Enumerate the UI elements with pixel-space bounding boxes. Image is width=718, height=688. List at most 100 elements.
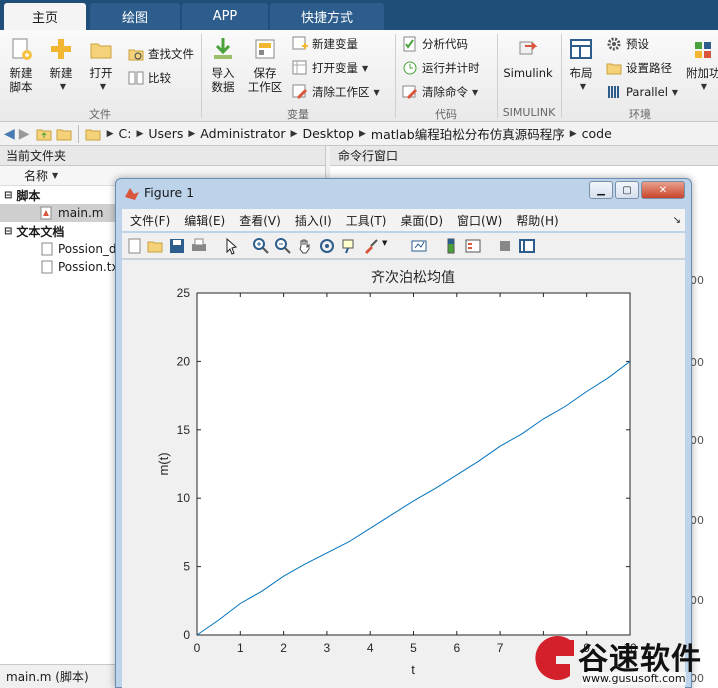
breadcrumb-chevron-icon: ▶ [569,128,577,139]
up-folder-icon[interactable] [36,126,52,142]
forward-arrow-icon[interactable]: ▶ [19,126,30,142]
x-axis-label: t [411,662,415,677]
data-cursor-icon[interactable] [340,237,358,255]
figure-canvas[interactable]: 齐次泊松均值 t m(t) 0123456789100510152025 [122,260,685,688]
menu-insert[interactable]: 插入(I) [295,212,332,229]
open-variable-button[interactable]: 打开变量 ▼ [292,58,368,78]
x-tick-label: 3 [324,641,331,655]
tab-plots[interactable]: 绘图 [90,3,180,30]
folder-open-icon [90,43,112,59]
save-workspace-button[interactable]: 保存 工作区 [246,34,284,94]
figure-menubar: 文件(F) 编辑(E) 查看(V) 插入(I) 工具(T) 桌面(D) 窗口(W… [122,209,685,231]
menu-desktop[interactable]: 桌面(D) [400,212,443,229]
find-files-button[interactable]: 查找文件 [128,44,194,64]
breadcrumb-item[interactable]: C: [118,126,131,141]
layout-button[interactable]: 布局 ▼ [566,34,596,94]
print-icon[interactable] [190,237,208,255]
minimize-button[interactable]: ▁ [589,181,613,199]
plus-icon [51,39,71,59]
zoom-out-icon[interactable] [274,237,292,255]
sort-chevron-icon: ▼ [52,171,59,180]
browse-folder-icon[interactable] [56,126,72,142]
menu-tools[interactable]: 工具(T) [346,212,387,229]
menu-view[interactable]: 查看(V) [239,212,281,229]
close-button[interactable]: ✕ [641,181,685,199]
watermark-logo-icon [535,636,574,680]
save-icon[interactable] [168,237,186,255]
group-label-variable: 变量 [287,108,309,121]
breadcrumb-item[interactable]: Users [148,126,183,141]
colorbar-icon[interactable] [442,237,460,255]
pan-hand-icon[interactable] [296,237,314,255]
import-arrow-icon [214,38,232,59]
y-tick-label: 0 [183,628,190,642]
back-arrow-icon[interactable]: ◀ [4,126,15,142]
compare-icon [128,71,144,85]
link-plot-icon[interactable] [410,237,428,255]
parallel-button[interactable]: Parallel ▼ [606,82,678,102]
set-path-button[interactable]: 设置路径 [606,58,672,78]
brush-icon[interactable] [362,237,380,255]
simulink-button[interactable]: Simulink [502,34,554,80]
menu-file[interactable]: 文件(F) [130,212,170,229]
y-tick-label: 5 [183,560,190,574]
matlab-logo-icon [125,188,139,200]
command-output-value: 00 [690,434,704,447]
new-button[interactable]: 新建 ▼ [44,34,78,94]
figure-window[interactable]: Figure 1 ▁ ▢ ✕ 文件(F) 编辑(E) 查看(V) 插入(I) 工… [115,178,692,688]
breadcrumb-item[interactable]: code [582,126,612,141]
current-folder-header: 当前文件夹 ▼ [0,146,325,308]
addons-button[interactable]: 附加功 ▼ [686,34,718,94]
open-file-icon[interactable] [146,237,164,255]
command-window-title: 命令行窗口 [338,149,399,163]
clear-workspace-button[interactable]: 清除工作区 ▼ [292,82,380,102]
clear-commands-button[interactable]: 清除命令 ▼ [402,82,478,102]
menu-window[interactable]: 窗口(W) [457,212,502,229]
collapse-icon[interactable]: ⊟ [4,190,12,201]
open-button[interactable]: 打开 ▼ [84,34,118,94]
chevron-down-icon[interactable]: ▼ [382,239,387,247]
maximize-button[interactable]: ▢ [615,181,639,199]
compare-button[interactable]: 比较 [128,68,171,88]
maximize-icon: ▢ [622,184,632,196]
hide-plot-tools-icon[interactable] [496,237,514,255]
pointer-icon[interactable] [222,237,240,255]
tab-shortcuts[interactable]: 快捷方式 [270,3,384,30]
breadcrumb-item[interactable]: Administrator [200,126,285,141]
breadcrumb-item[interactable]: matlab编程珀松分布仿真源码程序 [371,124,565,143]
menu-help[interactable]: 帮助(H) [516,212,558,229]
breadcrumb-item[interactable]: Desktop [302,126,354,141]
new-label: 新建 [49,66,73,80]
import-data-button[interactable]: 导入 数据 [206,34,240,94]
chevron-down-icon: ▼ [373,87,380,97]
show-plot-tools-icon[interactable] [518,237,536,255]
watermark: 谷速软件 www.gususoft.com [530,628,718,688]
zoom-in-icon[interactable] [252,237,270,255]
group-label: 文本文档 [16,224,65,239]
import-data-label: 导入 数据 [211,66,235,94]
new-variable-button[interactable]: 新建变量 [292,34,358,54]
analyze-code-button[interactable]: 分析代码 [402,34,468,54]
run-and-time-button[interactable]: 运行并计时 [402,58,480,78]
new-script-button[interactable]: 新建 脚本 [4,34,38,94]
line-chart[interactable]: 齐次泊松均值 t m(t) 0123456789100510152025 [122,260,685,688]
group-label-code: 代码 [435,108,457,121]
menu-edit[interactable]: 编辑(E) [184,212,225,229]
y-tick-label: 15 [177,423,191,437]
legend-icon[interactable] [464,237,482,255]
collapse-icon[interactable]: ⊟ [4,226,12,237]
preferences-button[interactable]: 预设 [606,34,649,54]
simulink-icon [519,41,538,55]
command-window-header: 命令行窗口 [330,146,718,166]
new-figure-icon[interactable] [126,237,144,255]
tab-home[interactable]: 主页 [4,3,86,30]
tab-apps[interactable]: APP [182,3,268,30]
figure-toolbar: ▼ [122,233,685,259]
save-workspace-icon [255,39,275,59]
dock-arrow-icon[interactable]: ↘ [673,215,681,226]
minimize-icon: ▁ [597,184,605,196]
watermark-url: www.gususoft.com [582,672,686,685]
y-tick-label: 25 [177,286,191,300]
rotate-3d-icon[interactable] [318,237,336,255]
x-tick-label: 6 [453,641,460,655]
